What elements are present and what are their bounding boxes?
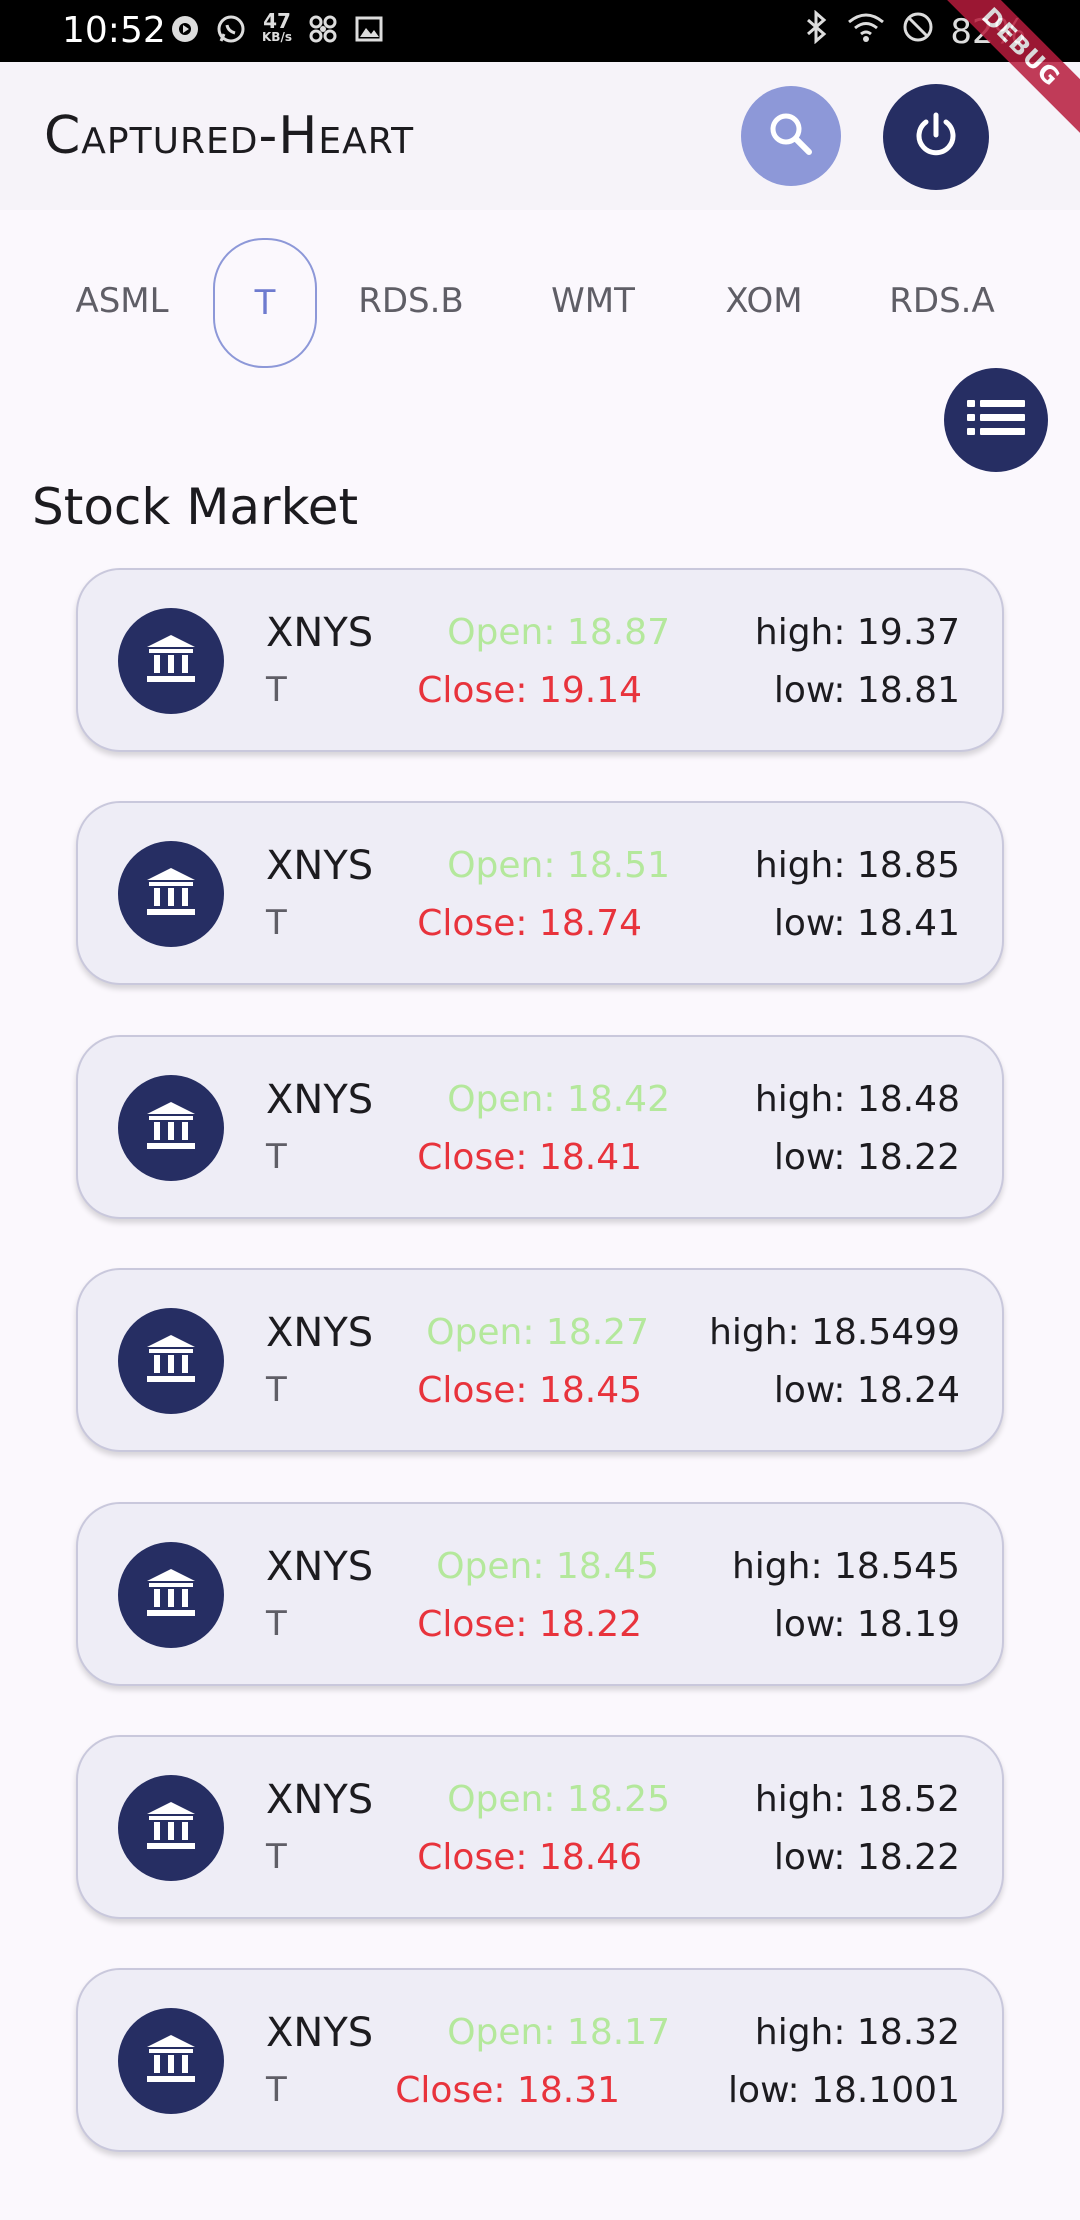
- stock-low: low: 18.19: [773, 1604, 960, 1645]
- stock-card[interactable]: XNYS T Open: 18.27 Close: 18.45 high: 18…: [76, 1268, 1004, 1452]
- section-title: Stock Market: [32, 478, 359, 536]
- stock-high: high: 18.85: [754, 845, 960, 886]
- bank-avatar: [118, 1775, 224, 1881]
- stock-low: low: 18.24: [773, 1370, 960, 1411]
- stock-low: low: 18.81: [773, 670, 960, 711]
- stock-open: Open: 18.87: [447, 612, 670, 653]
- power-icon: [910, 109, 962, 165]
- stock-card[interactable]: XNYS T Open: 18.51 Close: 18.74 high: 18…: [76, 801, 1004, 985]
- notification-icons: 47 KB/s: [168, 9, 386, 46]
- bank-avatar: [118, 1075, 224, 1181]
- stock-close: Close: 18.22: [417, 1604, 642, 1645]
- stock-exchange: XNYS: [266, 843, 374, 889]
- stock-exchange: XNYS: [266, 610, 374, 656]
- whatsapp-icon: [214, 12, 248, 46]
- stock-card[interactable]: XNYS T Open: 18.45 Close: 18.22 high: 18…: [76, 1502, 1004, 1686]
- net-speed-value: 47: [263, 9, 291, 33]
- list-view-button[interactable]: [944, 368, 1048, 472]
- stock-exchange: XNYS: [266, 1310, 374, 1356]
- bank-icon: [143, 1098, 199, 1158]
- app-title: Captured-Heart: [44, 106, 415, 166]
- bank-icon: [143, 1798, 199, 1858]
- stock-close: Close: 18.74: [417, 903, 642, 944]
- network-speed: 47 KB/s: [260, 9, 294, 46]
- wifi-icon: [846, 11, 886, 52]
- stock-high: high: 19.37: [754, 612, 960, 653]
- tab-rds-b[interactable]: RDS.B: [354, 238, 468, 364]
- fan-icon: [306, 12, 340, 46]
- stock-symbol: T: [266, 903, 287, 943]
- stock-symbol: T: [266, 1604, 287, 1644]
- stock-exchange: XNYS: [266, 1544, 374, 1590]
- stock-high: high: 18.32: [754, 2012, 960, 2053]
- stock-exchange: XNYS: [266, 1777, 374, 1823]
- stock-symbol: T: [266, 1137, 287, 1177]
- stock-symbol: T: [266, 670, 287, 710]
- stock-high: high: 18.545: [731, 1546, 960, 1587]
- tab-rds-a[interactable]: RDS.A: [884, 238, 1000, 364]
- bank-icon: [143, 2031, 199, 2091]
- search-icon: [766, 109, 816, 163]
- stock-close: Close: 18.41: [417, 1137, 642, 1178]
- list-icon: [967, 398, 1025, 442]
- status-bar: 10:52 47KB/s 82%: [0, 0, 1080, 62]
- bluetooth-icon: [804, 9, 830, 53]
- app-bar: Captured-Heart: [0, 62, 1080, 210]
- bank-avatar: [118, 608, 224, 714]
- stock-open: Open: 18.27: [426, 1312, 649, 1353]
- stock-open: Open: 18.51: [447, 845, 670, 886]
- bank-icon: [143, 864, 199, 924]
- media-icon: [168, 12, 202, 46]
- stock-card[interactable]: XNYS T Open: 18.87 Close: 19.14 high: 19…: [76, 568, 1004, 752]
- stock-symbol: T: [266, 1837, 287, 1877]
- stock-open: Open: 18.42: [447, 1079, 670, 1120]
- stock-high: high: 18.5499: [709, 1312, 960, 1353]
- bank-avatar: [118, 841, 224, 947]
- bank-icon: [143, 631, 199, 691]
- net-speed-unit: KB/s: [262, 30, 292, 44]
- ticker-tabs: ASML T RDS.B WMT XOM RDS.A: [0, 238, 1080, 368]
- tab-wmt[interactable]: WMT: [544, 238, 642, 364]
- stock-low: low: 18.22: [773, 1837, 960, 1878]
- stock-card[interactable]: XNYS T Open: 18.42 Close: 18.41 high: 18…: [76, 1035, 1004, 1219]
- stock-high: high: 18.48: [754, 1079, 960, 1120]
- bank-avatar: [118, 1308, 224, 1414]
- stock-symbol: T: [266, 1370, 287, 1410]
- stock-open: Open: 18.17: [447, 2012, 670, 2053]
- tab-t[interactable]: T: [213, 238, 317, 368]
- bank-icon: [143, 1331, 199, 1391]
- stock-card[interactable]: XNYS T Open: 18.17 Close: 18.31 high: 18…: [76, 1968, 1004, 2152]
- image-icon: [352, 12, 386, 46]
- stock-card[interactable]: XNYS T Open: 18.25 Close: 18.46 high: 18…: [76, 1735, 1004, 1919]
- stock-close: Close: 18.31: [395, 2070, 620, 2111]
- stock-close: Close: 18.45: [417, 1370, 642, 1411]
- tab-asml[interactable]: ASML: [70, 238, 174, 364]
- stock-close: Close: 19.14: [417, 670, 642, 711]
- stock-low: low: 18.1001: [728, 2070, 960, 2111]
- bank-avatar: [118, 2008, 224, 2114]
- stock-exchange: XNYS: [266, 1077, 374, 1123]
- power-button[interactable]: [883, 84, 989, 190]
- stock-exchange: XNYS: [266, 2010, 374, 2056]
- search-button[interactable]: [741, 86, 841, 186]
- stock-open: Open: 18.25: [447, 1779, 670, 1820]
- do-not-disturb-icon: [902, 11, 934, 52]
- tab-xom[interactable]: XOM: [716, 238, 812, 364]
- stock-high: high: 18.52: [754, 1779, 960, 1820]
- stock-low: low: 18.41: [773, 903, 960, 944]
- stock-symbol: T: [266, 2070, 287, 2110]
- status-time: 10:52: [62, 10, 166, 51]
- bank-avatar: [118, 1542, 224, 1648]
- stock-low: low: 18.22: [773, 1137, 960, 1178]
- stock-close: Close: 18.46: [417, 1837, 642, 1878]
- bank-icon: [143, 1565, 199, 1625]
- stock-open: Open: 18.45: [436, 1546, 659, 1587]
